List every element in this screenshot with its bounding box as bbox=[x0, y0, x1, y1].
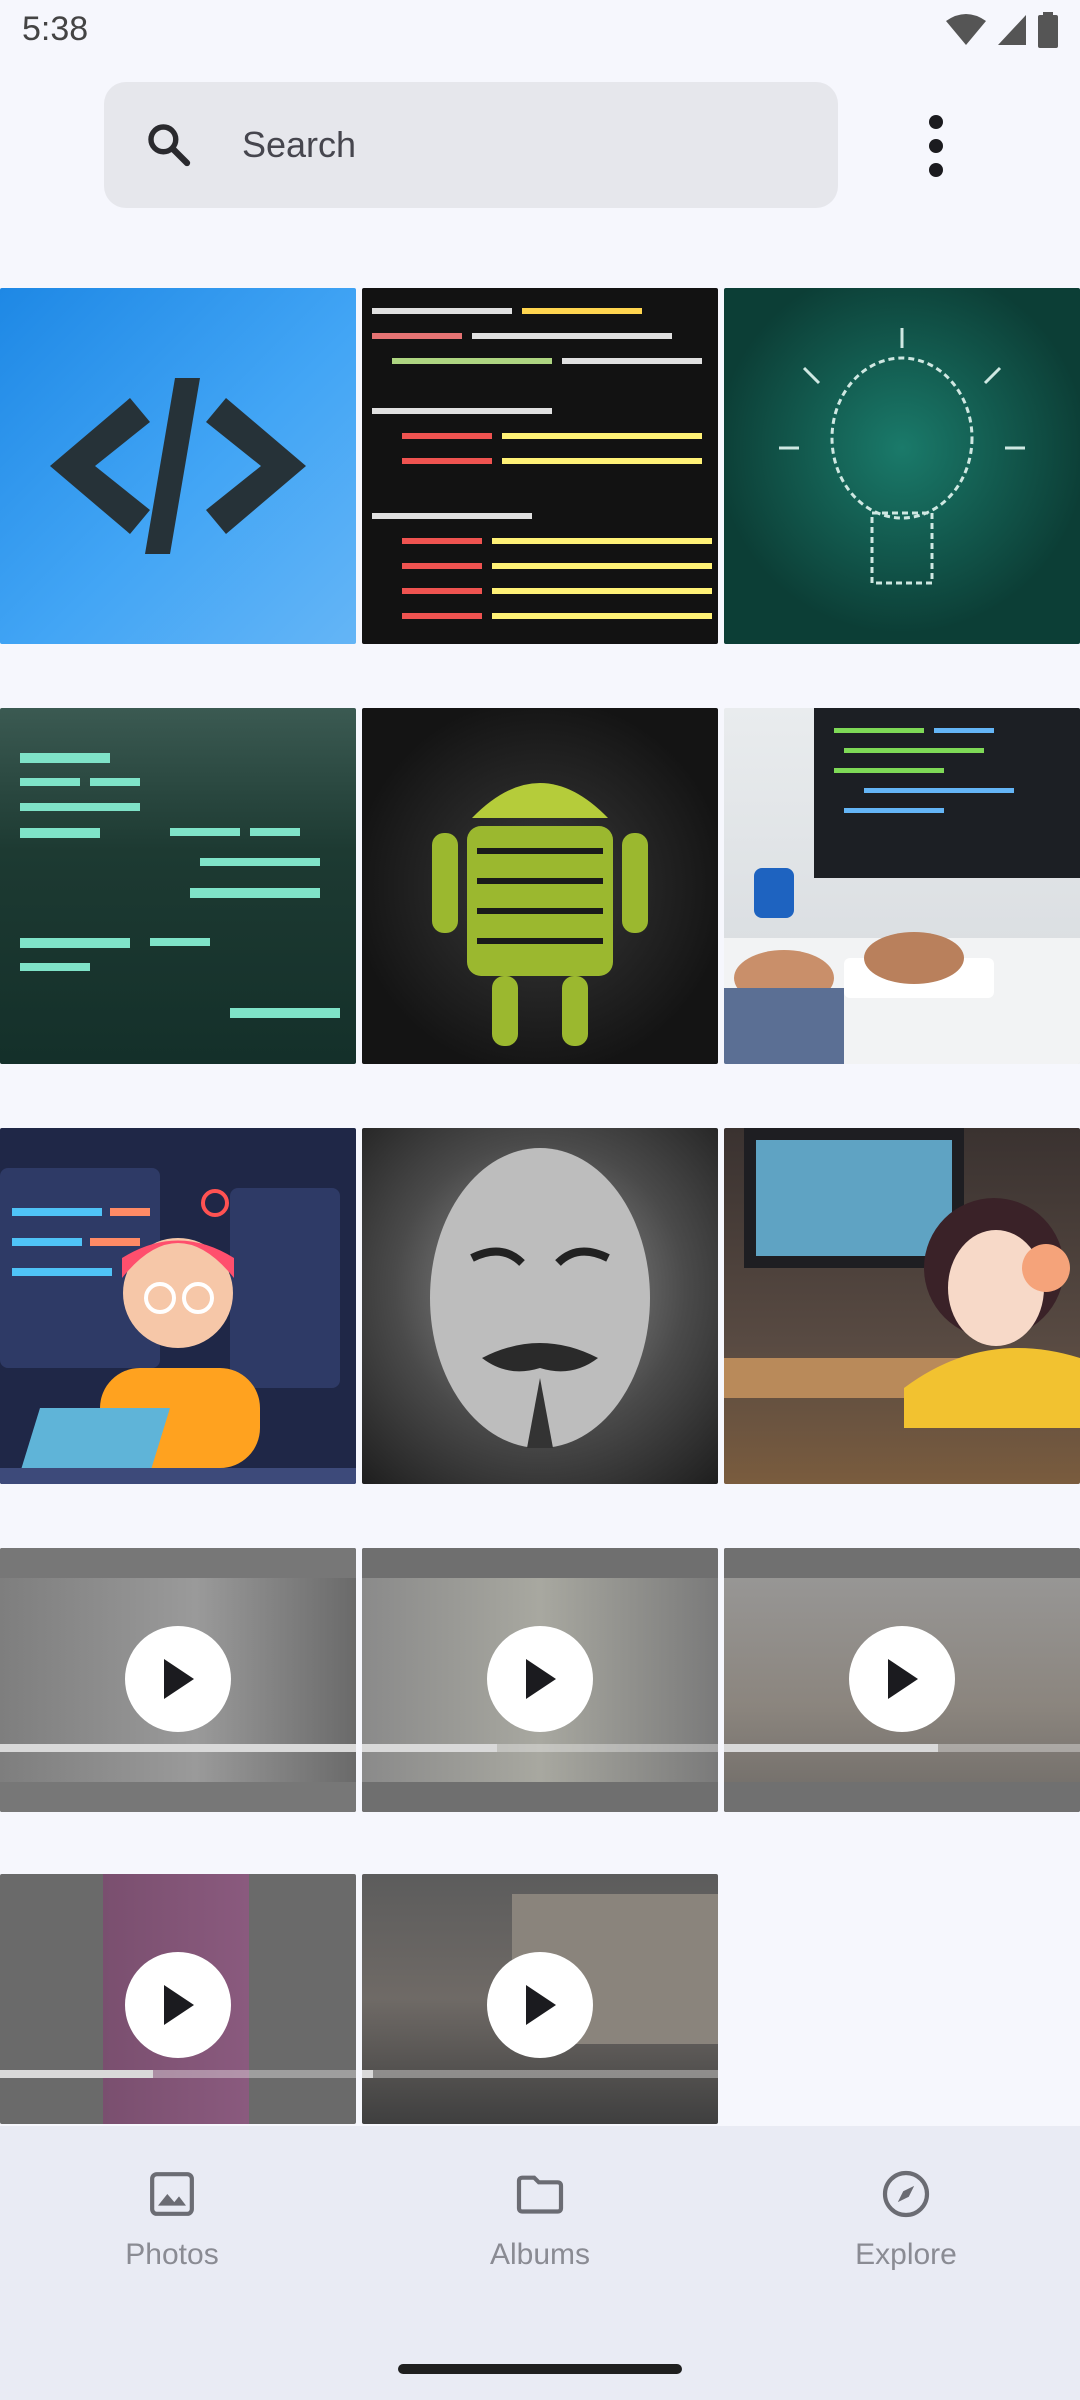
code-brackets-graphic bbox=[50, 378, 306, 554]
status-time: 5:38 bbox=[22, 10, 89, 48]
play-icon bbox=[164, 1659, 194, 1699]
android-graphic bbox=[432, 783, 648, 1046]
play-icon bbox=[164, 1985, 194, 2025]
code-lines-graphic bbox=[372, 308, 712, 619]
nav-photos[interactable]: Photos bbox=[72, 2166, 272, 2272]
video-money[interactable] bbox=[362, 1548, 718, 1812]
play-button[interactable] bbox=[487, 1952, 593, 2058]
status-bar: 5:38 bbox=[0, 0, 1080, 64]
photo-code-icon[interactable] bbox=[0, 288, 356, 644]
play-button[interactable] bbox=[125, 1626, 231, 1732]
lightbulb-graphic bbox=[779, 328, 1025, 585]
video-progress-fill bbox=[362, 2070, 373, 2078]
home-indicator[interactable] bbox=[398, 2364, 682, 2374]
video-progress-bar bbox=[0, 2070, 356, 2078]
computer-graphic bbox=[724, 708, 1080, 1064]
video-warehouse[interactable] bbox=[362, 1874, 718, 2124]
video-progress-fill bbox=[362, 1744, 498, 1752]
play-button[interactable] bbox=[125, 1952, 231, 2058]
developer-illustration bbox=[0, 1168, 356, 1484]
photo-creative-words[interactable] bbox=[0, 708, 356, 1064]
video-progress-bar bbox=[362, 1744, 718, 1752]
video-letterbox bbox=[362, 1782, 718, 1812]
nav-photos-label: Photos bbox=[125, 2238, 219, 2271]
video-letterbox bbox=[724, 1548, 1080, 1578]
play-icon bbox=[888, 1659, 918, 1699]
mask-graphic bbox=[430, 1148, 650, 1448]
play-icon bbox=[526, 1659, 556, 1699]
photo-icon bbox=[150, 2172, 194, 2216]
video-progress-bar bbox=[0, 1744, 356, 1752]
nav-explore[interactable]: Explore bbox=[806, 2166, 1006, 2272]
photo-anime-headphones[interactable] bbox=[724, 1128, 1080, 1484]
battery-icon bbox=[1038, 12, 1058, 48]
video-progress-bar bbox=[362, 2070, 718, 2078]
video-letterbox bbox=[0, 1782, 356, 1812]
cellular-signal-icon bbox=[998, 15, 1026, 45]
video-letterbox bbox=[724, 1782, 1080, 1812]
photo-web-developer[interactable] bbox=[0, 1128, 356, 1484]
play-icon bbox=[526, 1985, 556, 2025]
play-button[interactable] bbox=[849, 1626, 955, 1732]
status-icons bbox=[946, 12, 1058, 48]
search-bar[interactable] bbox=[104, 82, 838, 208]
bottom-navigation: Photos Albums Explore bbox=[0, 2126, 1080, 2400]
wifi-icon bbox=[946, 14, 986, 45]
words-graphic bbox=[20, 753, 340, 1018]
nav-albums[interactable]: Albums bbox=[440, 2166, 640, 2272]
video-person-outdoors[interactable] bbox=[724, 1548, 1080, 1812]
video-letterbox bbox=[362, 1548, 718, 1578]
photo-typing-computer[interactable] bbox=[724, 708, 1080, 1064]
photo-html-code[interactable] bbox=[362, 288, 718, 644]
anime-illustration bbox=[724, 1128, 1080, 1428]
video-writing[interactable] bbox=[0, 1548, 356, 1812]
search-icon[interactable] bbox=[142, 118, 196, 172]
video-letterbox bbox=[0, 1548, 356, 1578]
video-progress-fill bbox=[0, 1744, 356, 1752]
search-input[interactable] bbox=[242, 82, 802, 208]
video-progress-bar bbox=[724, 1744, 1080, 1752]
video-pink-wall[interactable] bbox=[0, 1874, 356, 2124]
nav-albums-label: Albums bbox=[489, 2238, 591, 2271]
photo-android-typography[interactable] bbox=[362, 708, 718, 1064]
photo-lightbulb-words[interactable] bbox=[724, 288, 1080, 644]
more-options-icon[interactable] bbox=[910, 110, 962, 182]
video-progress-fill bbox=[724, 1744, 938, 1752]
play-button[interactable] bbox=[487, 1626, 593, 1732]
video-progress-fill bbox=[0, 2070, 154, 2078]
folder-icon bbox=[516, 2175, 564, 2214]
photo-mask-text[interactable] bbox=[362, 1128, 718, 1484]
nav-explore-label: Explore bbox=[855, 2238, 957, 2271]
compass-icon bbox=[882, 2170, 930, 2218]
